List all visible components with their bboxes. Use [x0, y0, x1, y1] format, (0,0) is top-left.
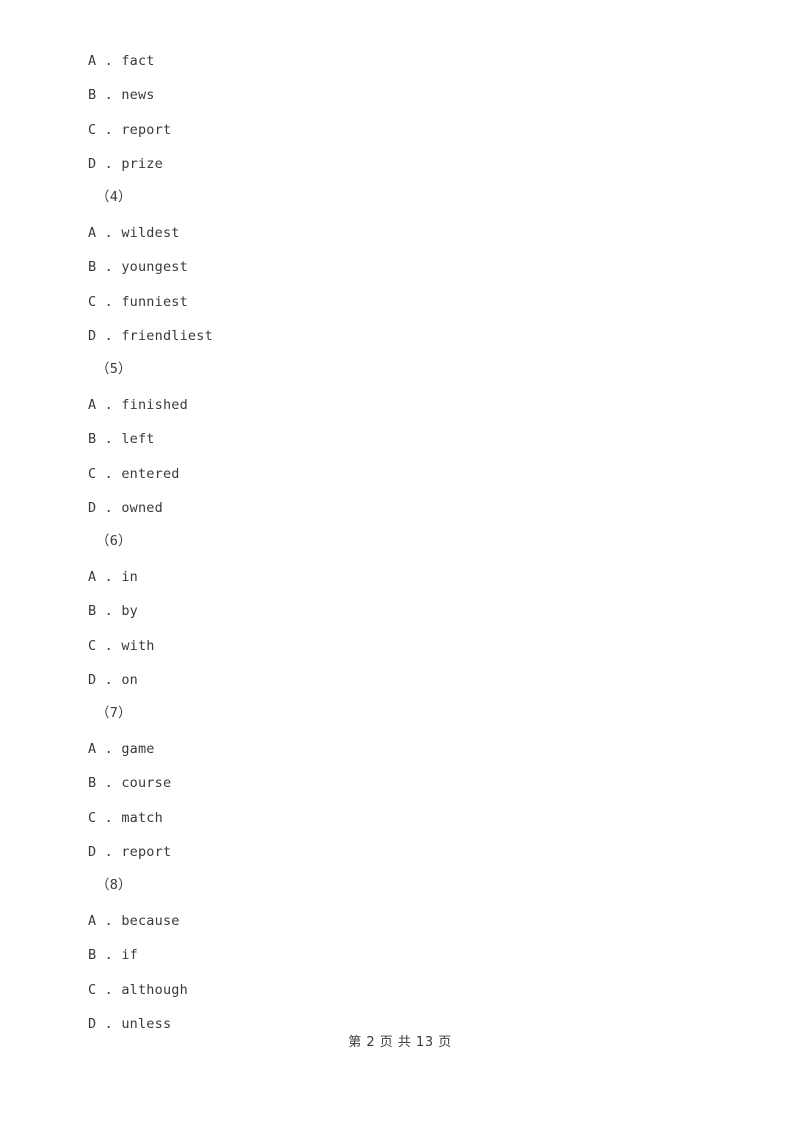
option-text: wildest	[121, 225, 180, 241]
answer-option[interactable]: D . prize	[88, 156, 163, 172]
option-text: with	[121, 638, 155, 654]
option-text: finished	[121, 397, 188, 413]
option-separator: .	[96, 1016, 122, 1032]
option-text: by	[121, 603, 138, 619]
question-number: （6）	[96, 533, 132, 549]
option-text: youngest	[121, 259, 188, 275]
option-separator: .	[96, 122, 122, 138]
option-separator: .	[96, 466, 122, 482]
page-indicator: 第 2 页 共 13 页	[348, 1035, 452, 1050]
option-text: unless	[121, 1016, 172, 1032]
option-separator: .	[96, 53, 122, 69]
answer-option[interactable]: C . entered	[88, 466, 180, 482]
answer-option[interactable]: A . fact	[88, 53, 155, 69]
option-text: entered	[121, 466, 180, 482]
option-text: report	[121, 844, 172, 860]
option-separator: .	[96, 87, 122, 103]
option-separator: .	[96, 431, 122, 447]
option-separator: .	[96, 500, 122, 516]
question-number: （5）	[96, 361, 132, 377]
option-text: funniest	[121, 294, 188, 310]
question-number: （7）	[96, 705, 132, 721]
answer-option[interactable]: C . although	[88, 982, 188, 998]
answer-option[interactable]: D . on	[88, 672, 138, 688]
option-separator: .	[96, 569, 122, 585]
option-text: owned	[121, 500, 163, 516]
answer-option[interactable]: A . game	[88, 741, 155, 757]
answer-option[interactable]: B . course	[88, 775, 171, 791]
option-text: news	[121, 87, 155, 103]
answer-option[interactable]: D . report	[88, 844, 171, 860]
option-separator: .	[96, 225, 122, 241]
option-separator: .	[96, 844, 122, 860]
answer-option[interactable]: A . wildest	[88, 225, 180, 241]
answer-option[interactable]: A . because	[88, 913, 180, 929]
option-text: because	[121, 913, 180, 929]
answer-option[interactable]: B . by	[88, 603, 138, 619]
option-separator: .	[96, 913, 122, 929]
answer-option[interactable]: C . report	[88, 122, 171, 138]
option-text: on	[121, 672, 138, 688]
answer-option[interactable]: D . friendliest	[88, 328, 213, 344]
option-text: match	[121, 810, 163, 826]
option-text: in	[121, 569, 138, 585]
answer-option[interactable]: B . youngest	[88, 259, 188, 275]
exam-page: A . fact B . news C . report D . prize （4） A …	[0, 0, 800, 1132]
option-separator: .	[96, 156, 122, 172]
answer-option[interactable]: C . match	[88, 810, 163, 826]
option-separator: .	[96, 397, 122, 413]
option-separator: .	[96, 947, 122, 963]
question-number: （4）	[96, 189, 132, 205]
option-separator: .	[96, 741, 122, 757]
option-text: left	[121, 431, 155, 447]
option-separator: .	[96, 638, 122, 654]
option-separator: .	[96, 982, 122, 998]
option-separator: .	[96, 294, 122, 310]
option-separator: .	[96, 259, 122, 275]
option-separator: .	[96, 810, 122, 826]
option-text: although	[121, 982, 188, 998]
option-text: fact	[121, 53, 155, 69]
option-text: game	[121, 741, 155, 757]
answer-option[interactable]: B . left	[88, 431, 155, 447]
answer-option[interactable]: A . in	[88, 569, 138, 585]
answer-option[interactable]: A . finished	[88, 397, 188, 413]
option-text: report	[121, 122, 172, 138]
option-text: if	[121, 947, 138, 963]
answer-option[interactable]: D . unless	[88, 1016, 171, 1032]
answer-option[interactable]: C . with	[88, 638, 155, 654]
answer-option[interactable]: D . owned	[88, 500, 163, 516]
answer-option[interactable]: B . if	[88, 947, 138, 963]
option-text: friendliest	[121, 328, 213, 344]
option-separator: .	[96, 603, 122, 619]
option-separator: .	[96, 672, 122, 688]
answer-option[interactable]: C . funniest	[88, 294, 188, 310]
answer-option[interactable]: B . news	[88, 87, 155, 103]
question-number: （8）	[96, 877, 132, 893]
option-separator: .	[96, 775, 122, 791]
option-text: prize	[121, 156, 163, 172]
option-text: course	[121, 775, 172, 791]
option-separator: .	[96, 328, 122, 344]
